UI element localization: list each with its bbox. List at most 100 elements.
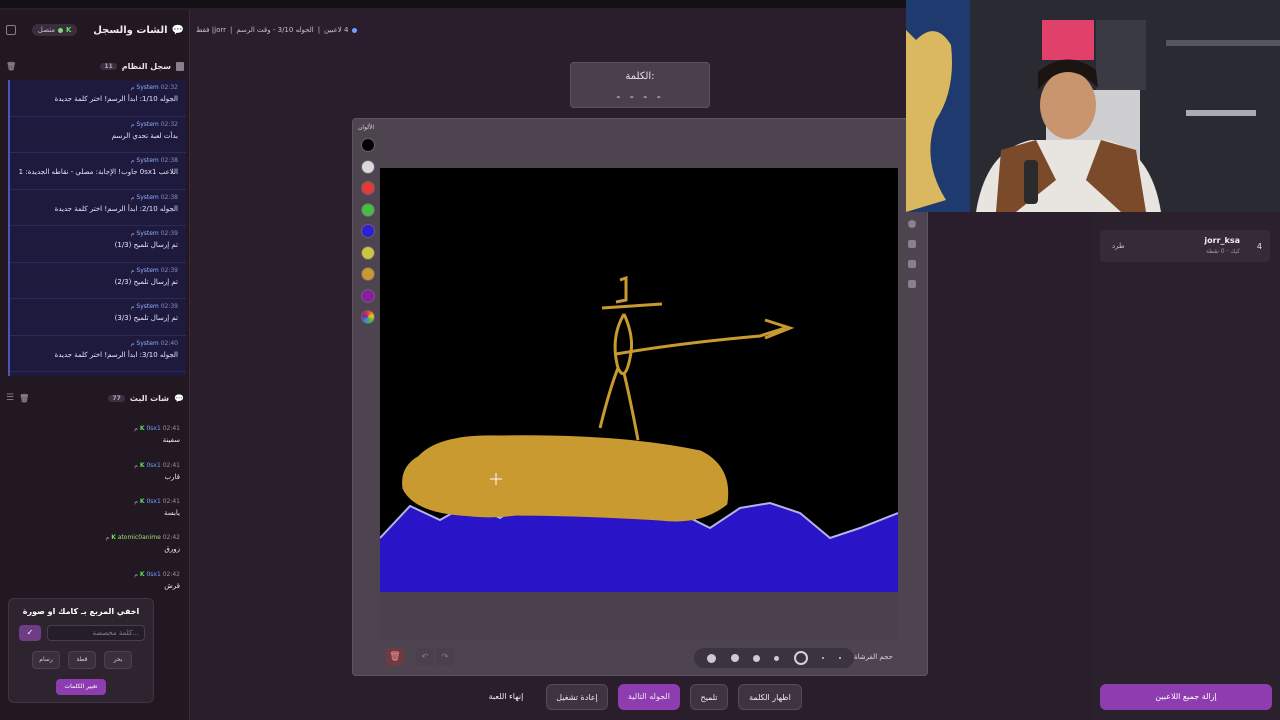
color-swatch[interactable] — [361, 181, 375, 195]
log-message: الجوله 1/10: ابدأ الرسم! اختر كلمة جديدة — [54, 95, 178, 103]
brush-size-option[interactable] — [838, 657, 841, 659]
log-message: تم إرسال تلميح (1/3) — [114, 241, 178, 249]
line-tool-icon[interactable] — [908, 280, 916, 288]
online-dot-icon — [58, 27, 63, 33]
log-meta: System 02:39 م — [18, 230, 178, 237]
brush-size-option[interactable] — [774, 655, 780, 661]
system-sender: System — [136, 157, 159, 164]
chat-text: قرش — [164, 582, 180, 590]
clear-canvas-button[interactable]: 🗑 — [386, 648, 404, 666]
custom-color-picker[interactable] — [361, 310, 375, 324]
streamer-webcam — [906, 0, 1280, 212]
color-swatch[interactable] — [361, 202, 375, 217]
log-message: الجوله 2/10: ابدأ الرسم! اختر كلمة جديدة — [54, 204, 178, 213]
next-round-button[interactable]: الجوله التالية — [618, 684, 680, 710]
color-swatch[interactable] — [361, 245, 375, 260]
brush-size-option-selected[interactable] — [793, 651, 808, 665]
system-log-header[interactable]: سجل النظام 11 🗑 — [6, 58, 184, 74]
log-meta: System 02:39 م — [18, 267, 178, 274]
log-entry: System 02:38 م الجوله 2/10: ابدأ الرسم! ا… — [10, 190, 186, 226]
status-dot-icon — [352, 28, 358, 33]
chat-meta: K atomic0anime 02:42 م — [8, 534, 180, 541]
system-log-list[interactable]: System 02:32 م الجوله 1/10: ابدأ الرسم! ا… — [8, 80, 186, 376]
canvas-controls: 🗑 ↶ ↷ حجم الفرشاة — [380, 646, 900, 670]
system-sender: System — [136, 303, 159, 310]
chat-log-sidebar: 💬 الشات والسجل K متصل سجل النظام 11 🗑 Sy… — [0, 10, 190, 720]
brush-size-option[interactable] — [753, 654, 761, 662]
kick-logo-icon: K — [139, 425, 145, 432]
word-option-button[interactable]: بحر — [104, 651, 132, 669]
custom-word-input[interactable]: كلمة مخصصة... — [47, 625, 145, 641]
color-swatch[interactable] — [361, 138, 375, 152]
trash-icon[interactable]: 🗑 — [19, 394, 29, 403]
chat-username[interactable]: 0sx1 — [146, 571, 160, 578]
log-meta: System 02:38 م — [18, 157, 178, 164]
color-swatch[interactable] — [361, 267, 375, 281]
log-entry: System 02:38 م اللاعب 0sx1 جاوب! الإجابة:… — [10, 153, 186, 190]
end-game-button[interactable]: إنهاء اللعبة — [478, 684, 534, 710]
players-count: 4 لاعبين — [324, 26, 349, 34]
word-option-button[interactable]: رسام — [32, 651, 60, 669]
restart-button[interactable]: إعادة تشغيل — [546, 684, 608, 710]
log-entry: System 02:32 م بدأت لعبة تحدي الرسم — [10, 117, 186, 153]
brush-size-label: حجم الفرشاة — [854, 653, 893, 661]
log-message: اللاعب 0sx1 جاوب! الإجابة: مصلي - نقاطه … — [18, 168, 178, 176]
rectangle-tool-icon[interactable] — [908, 240, 916, 248]
redo-icon[interactable]: ↷ — [436, 648, 454, 666]
live-chat-header[interactable]: 💬 شات البث 77 🗑 ☰ — [6, 390, 184, 406]
filter-icon[interactable]: ☰ — [6, 393, 14, 403]
chat-meta: K 0sx1 02:42 م — [8, 571, 180, 578]
system-sender: System — [136, 230, 159, 237]
system-sender: System — [136, 120, 159, 128]
sidebar-title: 💬 الشات والسجل — [93, 24, 184, 36]
word-option-button[interactable]: قطة — [68, 651, 96, 669]
system-sender: System — [136, 84, 159, 91]
system-sender: System — [136, 266, 159, 274]
kick-logo-icon: K — [111, 534, 116, 541]
reveal-word-button[interactable]: اظهار الكلمة — [738, 684, 802, 710]
kick-logo-icon: K — [66, 26, 72, 34]
log-entry: System 02:39 م تم إرسال تلميح (1/3) — [10, 226, 186, 263]
system-sender: System — [136, 193, 159, 201]
chat-message: K 0sx1 02:42 م قرش — [8, 571, 180, 590]
player-name: jorr_ksa — [1204, 236, 1240, 245]
brush-size-picker — [694, 648, 854, 668]
color-swatch[interactable] — [361, 224, 375, 238]
game-status-bar: 4 لاعبين | الجوله 3/10 - وقت الرسم | jor… — [196, 26, 358, 34]
change-words-button[interactable]: تغيير الكلمات — [56, 679, 106, 695]
drawing-canvas[interactable] — [380, 168, 898, 640]
trash-icon[interactable]: 🗑 — [6, 62, 16, 71]
color-swatch[interactable] — [361, 288, 375, 303]
players-panel — [1092, 210, 1280, 720]
brush-size-option[interactable] — [822, 657, 825, 659]
color-swatch[interactable] — [361, 159, 375, 174]
circle-tool-icon[interactable] — [908, 220, 916, 228]
canvas-tools — [904, 200, 920, 300]
chat-username[interactable]: 0sx1 — [146, 425, 160, 432]
chat-message: K atomic0anime 02:42 م زورق — [8, 534, 180, 553]
brush-size-option[interactable] — [707, 653, 717, 663]
chat-message: K 0sx1 02:41 م سفينة — [8, 425, 180, 444]
kick-logo-icon: K — [139, 498, 145, 505]
undo-icon[interactable]: ↶ — [416, 648, 434, 666]
word-label: الكلمة: — [625, 71, 655, 82]
chat-username[interactable]: 0sx1 — [146, 498, 160, 505]
brush-size-option[interactable] — [730, 654, 739, 662]
log-message: الجوله 3/10: ابدأ الرسم! اختر كلمة جديدة — [54, 350, 178, 359]
chat-username[interactable]: 0sx1 — [146, 462, 160, 469]
log-entry: System 02:40 م الجوله 3/10: ابدأ الرسم! ا… — [10, 336, 186, 372]
log-meta: System 02:32 م — [18, 84, 178, 91]
player-meta: كيك · 0 نقطة — [1205, 248, 1240, 255]
kick-player-button[interactable]: طرد — [1112, 242, 1125, 250]
chat-username[interactable]: atomic0anime — [118, 534, 161, 541]
confirm-check-button[interactable]: ✓ — [19, 625, 41, 641]
log-entry: System 02:39 م تم إرسال تلميح (2/3) — [10, 263, 186, 299]
hint-button[interactable]: تلميح — [690, 684, 728, 710]
fill-bucket-icon[interactable] — [908, 260, 916, 268]
chat-icon: 💬 — [171, 24, 184, 36]
player-card: 4 jorr_ksa كيك · 0 نقطة طرد — [1100, 230, 1270, 262]
collapse-sidebar-icon[interactable] — [6, 25, 17, 35]
remove-all-players-button[interactable]: إزالة جميع اللاعبين — [1100, 684, 1272, 710]
word-box: الكلمة: - - - - — [570, 62, 710, 108]
chat-meta: K 0sx1 02:41 م — [8, 498, 180, 505]
